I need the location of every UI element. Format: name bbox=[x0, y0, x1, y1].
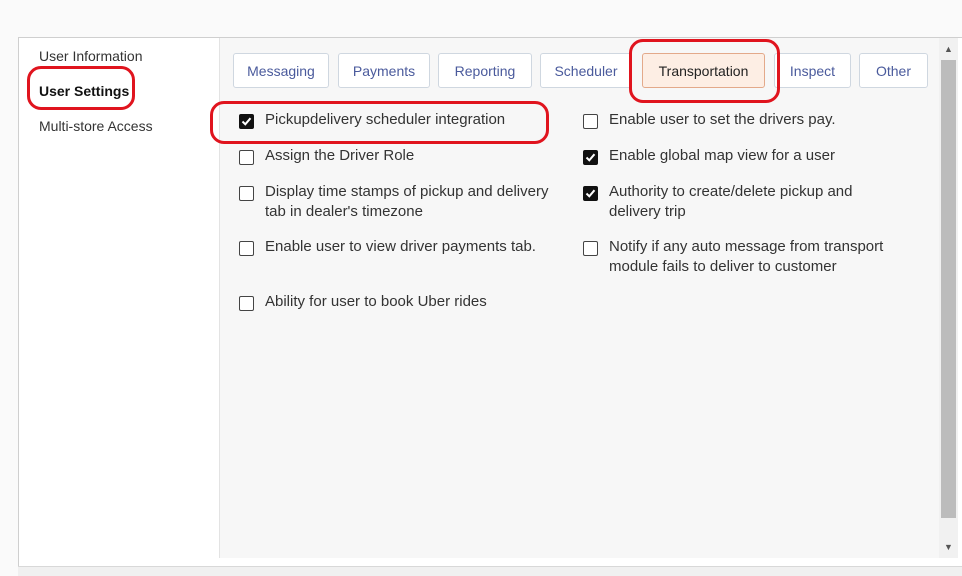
settings-sidebar: User Information User Settings Multi-sto… bbox=[19, 38, 220, 558]
option-label: Assign the Driver Role bbox=[265, 147, 415, 164]
tab-transportation[interactable]: Transportation bbox=[642, 53, 765, 88]
tab-scheduler[interactable]: Scheduler bbox=[540, 53, 632, 88]
pickupdelivery-integration-checkbox[interactable] bbox=[239, 114, 254, 129]
option-label-line2: delivery trip bbox=[609, 203, 686, 220]
notify-auto-message-checkbox[interactable] bbox=[583, 241, 598, 256]
option-label-line2: tab in dealer's timezone bbox=[265, 203, 423, 220]
display-time-stamps-checkbox[interactable] bbox=[239, 186, 254, 201]
scrollbar-thumb[interactable] bbox=[941, 60, 956, 518]
option-label: Ability for user to book Uber rides bbox=[265, 293, 487, 310]
checkmark-icon bbox=[585, 153, 596, 162]
sidebar-item-user-information[interactable]: User Information bbox=[39, 48, 142, 64]
option-label: Notify if any auto message from transpor… bbox=[609, 238, 884, 255]
option-label: Display time stamps of pickup and delive… bbox=[265, 183, 549, 200]
option-label: Enable user to view driver payments tab. bbox=[265, 238, 536, 255]
option-label: Enable user to set the drivers pay. bbox=[609, 111, 836, 128]
tab-messaging[interactable]: Messaging bbox=[233, 53, 329, 88]
assign-driver-role-checkbox[interactable] bbox=[239, 150, 254, 165]
tab-inspect[interactable]: Inspect bbox=[774, 53, 851, 88]
tab-payments[interactable]: Payments bbox=[338, 53, 430, 88]
checkmark-icon bbox=[585, 189, 596, 198]
option-label: Authority to create/delete pickup and bbox=[609, 183, 853, 200]
book-uber-rides-checkbox[interactable] bbox=[239, 296, 254, 311]
option-label-line2: module fails to deliver to customer bbox=[609, 258, 837, 275]
option-label: Pickupdelivery scheduler integration bbox=[265, 111, 506, 128]
tab-reporting[interactable]: Reporting bbox=[438, 53, 532, 88]
vertical-scrollbar[interactable]: ▲ ▼ bbox=[939, 38, 958, 558]
option-label: Enable global map view for a user bbox=[609, 147, 835, 164]
set-drivers-pay-checkbox[interactable] bbox=[583, 114, 598, 129]
checkmark-icon bbox=[241, 117, 252, 126]
triangle-up-icon[interactable]: ▲ bbox=[939, 40, 958, 58]
sidebar-item-multi-store-access[interactable]: Multi-store Access bbox=[39, 118, 153, 134]
tab-other[interactable]: Other bbox=[859, 53, 928, 88]
triangle-down-icon[interactable]: ▼ bbox=[939, 538, 958, 556]
sidebar-item-user-settings[interactable]: User Settings bbox=[39, 83, 129, 99]
create-delete-trip-checkbox[interactable] bbox=[583, 186, 598, 201]
view-driver-payments-checkbox[interactable] bbox=[239, 241, 254, 256]
global-map-view-checkbox[interactable] bbox=[583, 150, 598, 165]
